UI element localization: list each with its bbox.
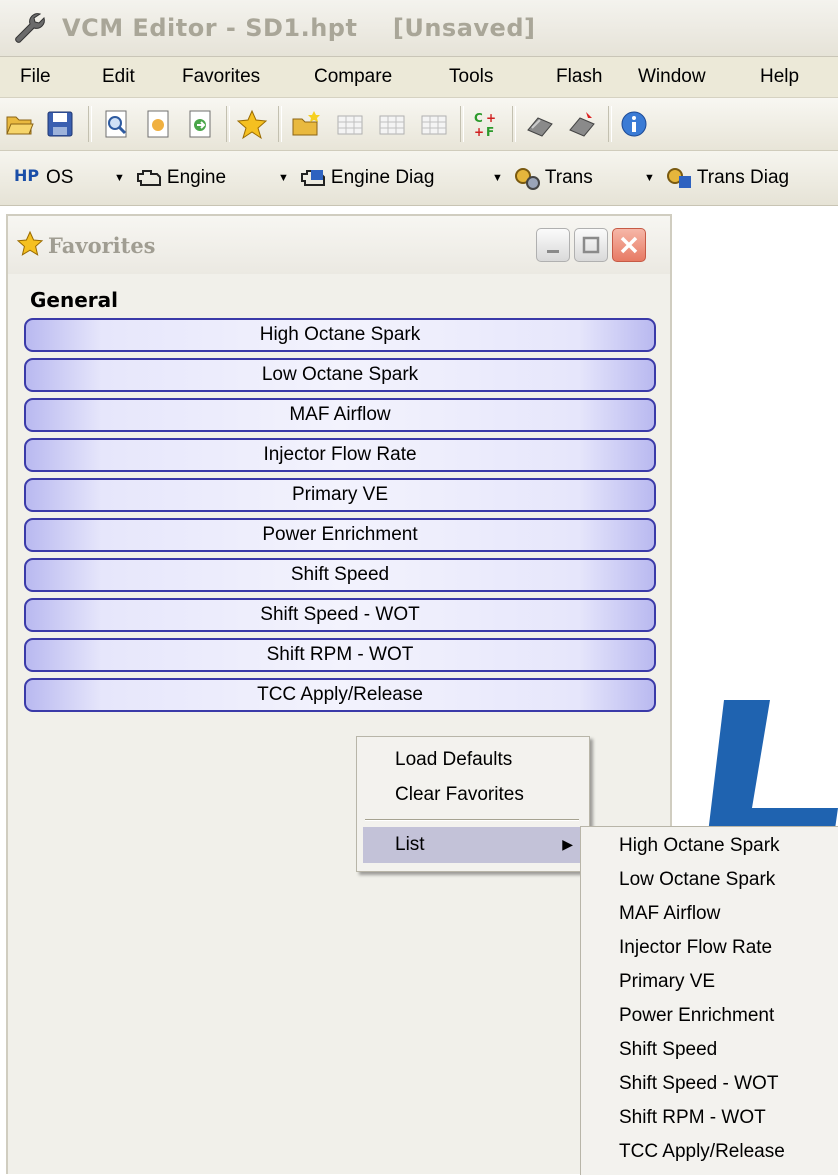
chevron-down-icon[interactable]: ▼ [114, 172, 125, 184]
svg-text:C: C [474, 111, 483, 125]
document-icon[interactable] [142, 108, 174, 140]
menu-compare[interactable]: Compare [314, 66, 392, 88]
context-menu: Load Defaults Clear Favorites List ▶ [356, 736, 590, 872]
table-compare-icon[interactable] [418, 108, 450, 140]
favorite-item-button[interactable]: MAF Airflow [24, 398, 656, 432]
submenu-arrow-icon: ▶ [562, 836, 573, 852]
favorite-item-button[interactable]: Primary VE [24, 478, 656, 512]
maximize-icon [582, 236, 600, 254]
favorite-item-button[interactable]: Power Enrichment [24, 518, 656, 552]
menu-item-clear-favorites[interactable]: Clear Favorites [395, 784, 524, 806]
svg-text:+: + [474, 125, 484, 139]
toolbar-separator [460, 106, 464, 142]
engine-diag-icon [300, 170, 325, 186]
transmission-gear-icon [514, 168, 540, 190]
favorites-title: Favorites [48, 233, 156, 258]
submenu-item[interactable]: Primary VE [619, 971, 715, 993]
trans-diag-icon [666, 168, 691, 188]
read-vehicle-icon[interactable] [524, 108, 556, 140]
favorite-item-button[interactable]: Shift Speed - WOT [24, 598, 656, 632]
list-submenu: High Octane Spark Low Octane Spark MAF A… [580, 826, 838, 1175]
module-trans-diag-label: Trans Diag [696, 167, 790, 188]
toolbar-separator [88, 106, 92, 142]
submenu-item[interactable]: TCC Apply/Release [619, 1141, 785, 1163]
toolbar-separator [226, 106, 230, 142]
toolbar: C + + F [0, 98, 838, 151]
favorite-item-button[interactable]: TCC Apply/Release [24, 678, 656, 712]
close-icon [620, 236, 638, 254]
menu-file[interactable]: File [20, 66, 51, 88]
info-icon[interactable] [618, 108, 650, 140]
favorites-window: Favorites General High Octane Spark Low … [6, 214, 672, 1174]
hp-logo-icon: HP [14, 166, 40, 185]
minimize-icon [547, 250, 559, 253]
menu-separator [365, 819, 579, 821]
favorite-item-button[interactable]: High Octane Spark [24, 318, 656, 352]
module-os-label: OS [46, 167, 74, 188]
window-title: VCM Editor - SD1.hpt [Unsaved] [62, 14, 536, 42]
submenu-item[interactable]: Injector Flow Rate [619, 937, 772, 959]
svg-text:+: + [486, 111, 496, 125]
toolbar-separator [278, 106, 282, 142]
module-engine-label: Engine [166, 167, 227, 188]
module-os[interactable]: HP OS [14, 165, 73, 191]
submenu-item[interactable]: Power Enrichment [619, 1005, 774, 1027]
group-label-general: General [30, 288, 118, 312]
maximize-button[interactable] [574, 228, 608, 262]
module-engine[interactable]: ▼ Engine [114, 165, 226, 191]
menu-flash[interactable]: Flash [556, 66, 602, 88]
svg-text:F: F [486, 125, 494, 139]
favorite-item-button[interactable]: Shift RPM - WOT [24, 638, 656, 672]
chevron-down-icon[interactable]: ▼ [492, 172, 503, 184]
chevron-down-icon[interactable]: ▼ [644, 172, 655, 184]
module-engine-diag[interactable]: ▼ Engine Diag [278, 165, 434, 191]
close-button[interactable] [612, 228, 646, 262]
submenu-item[interactable]: High Octane Spark [619, 835, 780, 857]
table-edit-icon[interactable] [376, 108, 408, 140]
compare-cf-icon[interactable]: C ++ F [470, 108, 502, 140]
minimize-button[interactable] [536, 228, 570, 262]
menu-bar: File Edit Favorites Compare Tools Flash … [0, 57, 838, 98]
document-search-icon[interactable] [100, 108, 132, 140]
menu-tools[interactable]: Tools [449, 66, 493, 88]
engine-icon [136, 170, 161, 186]
favorite-item-button[interactable]: Shift Speed [24, 558, 656, 592]
module-trans-diag[interactable]: ▼ Trans Diag [644, 165, 789, 191]
table-icon[interactable] [334, 108, 366, 140]
module-engine-diag-label: Engine Diag [330, 167, 435, 188]
document-go-icon[interactable] [184, 108, 216, 140]
menu-help[interactable]: Help [760, 66, 799, 88]
submenu-item[interactable]: Low Octane Spark [619, 869, 775, 891]
favorite-item-button[interactable]: Injector Flow Rate [24, 438, 656, 472]
menu-item-list-label: List [395, 834, 425, 855]
open-folder-icon[interactable] [4, 108, 36, 140]
favorites-title-bar[interactable]: Favorites [8, 216, 670, 274]
wrench-app-icon [15, 13, 45, 43]
submenu-item[interactable]: Shift RPM - WOT [619, 1107, 766, 1129]
favorite-item-button[interactable]: Low Octane Spark [24, 358, 656, 392]
new-folder-icon[interactable] [290, 108, 322, 140]
favorites-star-icon[interactable] [236, 108, 268, 140]
submenu-item[interactable]: MAF Airflow [619, 903, 720, 925]
menu-favorites[interactable]: Favorites [182, 66, 260, 88]
toolbar-separator [608, 106, 612, 142]
save-icon[interactable] [44, 108, 76, 140]
menu-item-load-defaults[interactable]: Load Defaults [395, 749, 512, 771]
submenu-item[interactable]: Shift Speed [619, 1039, 717, 1061]
menu-edit[interactable]: Edit [102, 66, 135, 88]
title-bar: VCM Editor - SD1.hpt [Unsaved] [0, 0, 838, 57]
menu-item-list[interactable]: List ▶ [363, 827, 585, 863]
module-trans-label: Trans [544, 167, 593, 188]
module-trans[interactable]: ▼ Trans [492, 165, 593, 191]
chevron-down-icon[interactable]: ▼ [278, 172, 289, 184]
submenu-item[interactable]: Shift Speed - WOT [619, 1073, 778, 1095]
write-vehicle-icon[interactable] [566, 108, 598, 140]
menu-window[interactable]: Window [638, 66, 706, 88]
favorites-star-icon [16, 230, 44, 256]
module-bar: HP OS ▼ Engine ▼ Engine Diag ▼ Trans ▼ T… [0, 151, 838, 206]
toolbar-separator [512, 106, 516, 142]
